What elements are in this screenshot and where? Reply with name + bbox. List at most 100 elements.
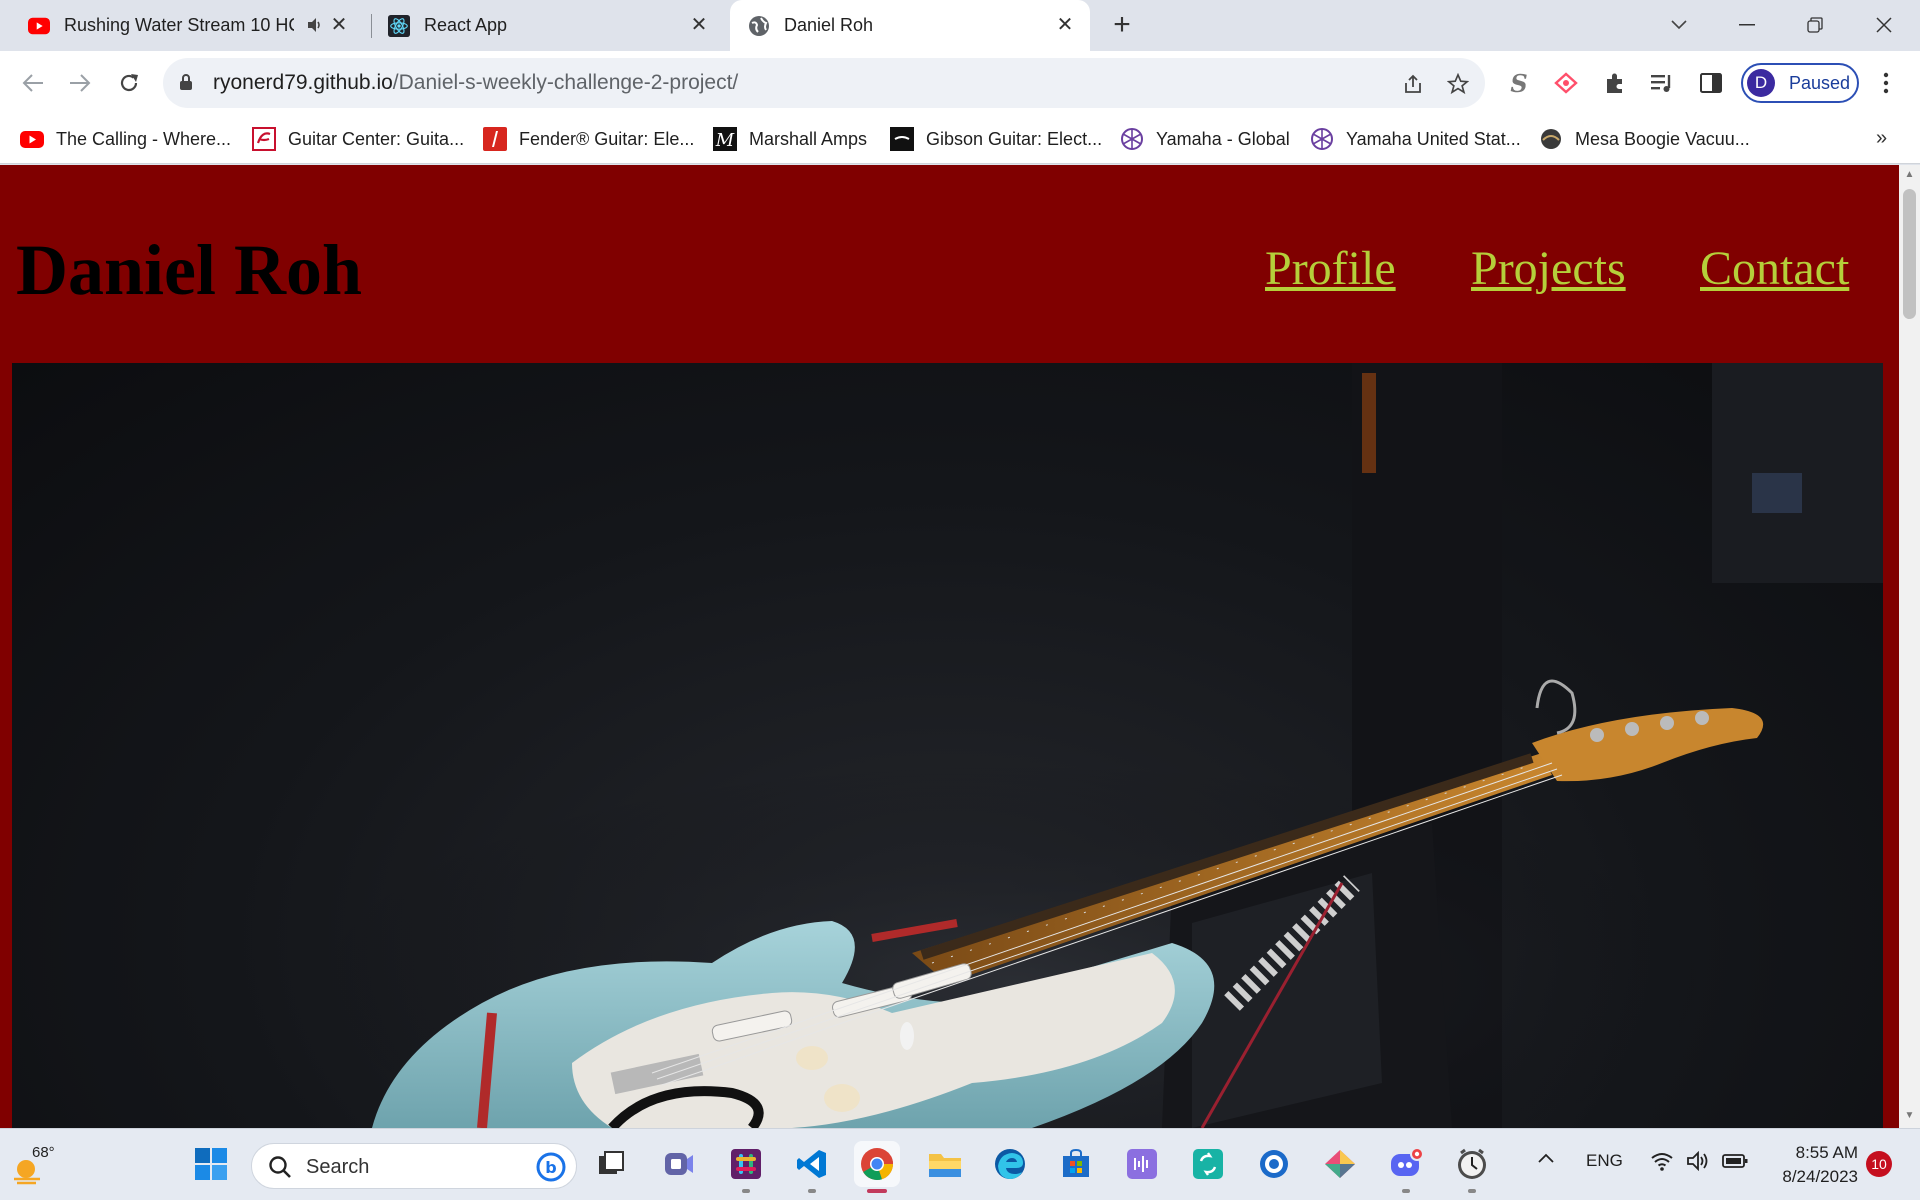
close-window-button[interactable] bbox=[1866, 8, 1902, 42]
notification-badge[interactable]: 10 bbox=[1866, 1151, 1892, 1177]
teams-button[interactable] bbox=[656, 1141, 702, 1187]
slack-button[interactable] bbox=[723, 1141, 769, 1193]
chrome-button[interactable] bbox=[854, 1141, 900, 1193]
taskbar-search[interactable]: Search b bbox=[251, 1143, 577, 1189]
store-button[interactable] bbox=[1053, 1141, 1099, 1187]
lock-icon[interactable] bbox=[179, 73, 193, 96]
tab-search-chevron-icon[interactable] bbox=[1661, 8, 1697, 42]
nav-link-contact[interactable]: Contact bbox=[1700, 241, 1849, 296]
nav-link-projects[interactable]: Projects bbox=[1471, 241, 1626, 296]
clock-date: 8/24/2023 bbox=[1782, 1167, 1858, 1186]
page-scrollbar[interactable]: ▲ ▼ bbox=[1899, 165, 1920, 1128]
bookmark-label: Mesa Boogie Vacuu... bbox=[1575, 128, 1750, 149]
running-indicator bbox=[808, 1189, 816, 1193]
yamaha-icon bbox=[1120, 127, 1144, 151]
reload-button[interactable] bbox=[113, 67, 145, 99]
discord-button[interactable] bbox=[1383, 1141, 1429, 1193]
volume-icon[interactable] bbox=[1686, 1150, 1710, 1176]
hero-image bbox=[12, 363, 1883, 1128]
mesa-boogie-icon bbox=[1539, 127, 1563, 151]
file-explorer-button[interactable] bbox=[922, 1141, 968, 1187]
s-extension-icon[interactable]: S bbox=[1505, 69, 1533, 98]
cast-extension-icon[interactable] bbox=[1552, 69, 1580, 97]
running-indicator bbox=[742, 1189, 750, 1193]
edge-button[interactable] bbox=[987, 1141, 1033, 1187]
bookmark-label: Yamaha United Stat... bbox=[1346, 128, 1521, 149]
battery-icon[interactable] bbox=[1722, 1153, 1748, 1174]
restore-button[interactable] bbox=[1797, 8, 1833, 42]
tab-youtube[interactable]: Rushing Water Stream 10 HC ✕ bbox=[14, 0, 364, 51]
close-icon[interactable]: ✕ bbox=[328, 14, 350, 36]
tab-react-app[interactable]: React App ✕ bbox=[374, 0, 724, 51]
bookmark-item[interactable]: Fender® Guitar: Ele... bbox=[483, 125, 694, 153]
bookmark-item[interactable]: Gibson Guitar: Elect... bbox=[890, 125, 1102, 153]
bookmark-item[interactable]: Guitar Center: Guita... bbox=[252, 125, 464, 153]
app-icon bbox=[1127, 1149, 1157, 1179]
youtube-icon bbox=[20, 127, 44, 151]
scrollbar-thumb[interactable] bbox=[1903, 189, 1916, 319]
yamaha-icon bbox=[1310, 127, 1334, 151]
bookmarks-bar: The Calling - Where... Guitar Center: Gu… bbox=[0, 115, 1920, 164]
wifi-icon[interactable] bbox=[1650, 1151, 1674, 1176]
chrome-icon bbox=[861, 1148, 894, 1180]
extensions-puzzle-icon[interactable] bbox=[1601, 69, 1629, 97]
media-queue-icon[interactable] bbox=[1648, 69, 1676, 97]
bookmark-label: Yamaha - Global bbox=[1156, 128, 1290, 149]
tab-strip: Rushing Water Stream 10 HC ✕ React App ✕… bbox=[0, 0, 1920, 51]
discord-icon bbox=[1391, 1148, 1423, 1176]
clock-app-button[interactable] bbox=[1449, 1141, 1495, 1193]
windows-taskbar: 68° Search b ENG 8:55 AM 8/24/2023 10 bbox=[0, 1128, 1920, 1200]
gitkraken-icon bbox=[1325, 1150, 1355, 1178]
sync-app-button[interactable] bbox=[1185, 1141, 1231, 1187]
site-title: Daniel Roh bbox=[16, 230, 363, 310]
fender-icon bbox=[483, 127, 507, 151]
more-vertical-icon[interactable] bbox=[1872, 69, 1900, 97]
gitkraken-button[interactable] bbox=[1317, 1141, 1363, 1187]
scroll-up-arrow-icon[interactable]: ▲ bbox=[1903, 169, 1916, 181]
share-icon[interactable] bbox=[1400, 71, 1426, 97]
task-view-icon bbox=[599, 1151, 624, 1174]
url-host: ryonerd79.github.io bbox=[213, 71, 393, 94]
bing-icon[interactable]: b bbox=[536, 1152, 566, 1182]
scroll-down-arrow-icon[interactable]: ▼ bbox=[1903, 1110, 1916, 1122]
task-view-button[interactable] bbox=[588, 1141, 634, 1187]
vscode-button[interactable] bbox=[789, 1141, 835, 1193]
globe-icon bbox=[748, 15, 770, 37]
address-bar[interactable]: ryonerd79.github.io/Daniel-s-weekly-chal… bbox=[163, 58, 1485, 108]
bookmark-item[interactable]: Mesa Boogie Vacuu... bbox=[1539, 125, 1750, 153]
app-button[interactable] bbox=[1119, 1141, 1165, 1187]
marshall-icon: M bbox=[713, 127, 737, 151]
nav-link-profile[interactable]: Profile bbox=[1265, 241, 1396, 296]
running-indicator bbox=[1468, 1189, 1476, 1193]
bookmark-item[interactable]: M Marshall Amps bbox=[713, 125, 867, 153]
minimize-button[interactable] bbox=[1729, 8, 1765, 42]
bookmarks-overflow-button[interactable]: » bbox=[1876, 127, 1887, 150]
forward-button[interactable] bbox=[64, 67, 96, 99]
close-icon[interactable]: ✕ bbox=[688, 14, 710, 36]
side-panel-icon[interactable] bbox=[1697, 69, 1725, 97]
close-icon[interactable]: ✕ bbox=[1054, 14, 1076, 36]
language-indicator[interactable]: ENG bbox=[1586, 1151, 1623, 1171]
circle-app-button[interactable] bbox=[1251, 1141, 1297, 1187]
weather-widget[interactable]: 68° bbox=[12, 1143, 56, 1187]
bookmark-item[interactable]: Yamaha United Stat... bbox=[1310, 125, 1521, 153]
profile-button[interactable]: D Paused bbox=[1741, 63, 1859, 103]
show-hidden-icons-chevron-icon[interactable] bbox=[1537, 1149, 1555, 1169]
speaker-icon[interactable] bbox=[306, 16, 324, 39]
bookmark-item[interactable]: The Calling - Where... bbox=[20, 125, 231, 153]
start-button[interactable] bbox=[188, 1141, 234, 1187]
new-tab-button[interactable]: + bbox=[1108, 10, 1136, 40]
url-text[interactable]: ryonerd79.github.io/Daniel-s-weekly-chal… bbox=[213, 71, 738, 95]
page-viewport: Daniel Roh Profile Projects Contact bbox=[0, 165, 1899, 1128]
active-indicator bbox=[867, 1189, 887, 1193]
teams-icon bbox=[665, 1153, 693, 1175]
tab-daniel-roh[interactable]: Daniel Roh ✕ bbox=[730, 0, 1090, 51]
system-clock[interactable]: 8:55 AM 8/24/2023 bbox=[1768, 1141, 1858, 1189]
bookmark-item[interactable]: Yamaha - Global bbox=[1120, 125, 1290, 153]
back-button[interactable] bbox=[17, 67, 49, 99]
search-icon bbox=[269, 1156, 291, 1178]
star-icon[interactable] bbox=[1445, 71, 1471, 97]
svg-text:b: b bbox=[545, 1158, 556, 1177]
profile-status: Paused bbox=[1789, 72, 1851, 93]
clock-app-icon bbox=[1458, 1148, 1486, 1179]
